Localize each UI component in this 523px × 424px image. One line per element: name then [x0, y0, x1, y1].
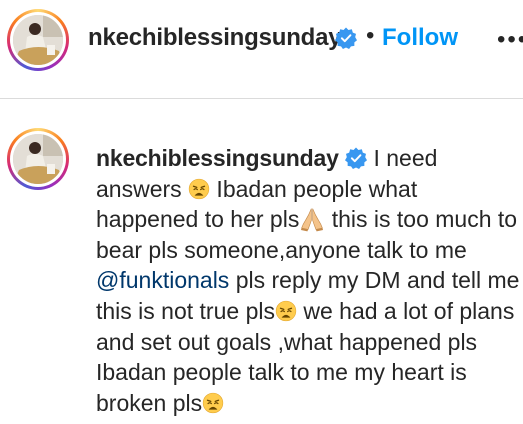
comment-author-username[interactable]: nkechiblessingsunday	[96, 145, 339, 171]
weary-face-emoji	[275, 298, 297, 324]
verified-badge-icon	[335, 27, 357, 51]
avatar-photo	[13, 134, 63, 184]
comment-avatar[interactable]	[7, 128, 69, 190]
separator-dot: •	[366, 22, 375, 49]
avatar[interactable]	[7, 9, 69, 71]
follow-button[interactable]: Follow	[382, 24, 458, 52]
more-options-icon[interactable]: •••	[497, 26, 523, 54]
avatar-photo	[13, 15, 63, 65]
caption-comment: nkechiblessingsunday I need answers Ibad…	[0, 99, 523, 424]
mention-link[interactable]: @funktionals	[96, 267, 229, 293]
weary-face-emoji	[188, 176, 210, 202]
verified-badge-icon	[339, 145, 368, 171]
caption-text: nkechiblessingsunday I need answers Ibad…	[96, 143, 521, 418]
weary-face-emoji	[202, 390, 224, 416]
post-author-username[interactable]: nkechiblessingsunday	[88, 24, 342, 52]
post-header: nkechiblessingsunday • Follow •••	[0, 0, 523, 78]
praying-hands-emoji	[299, 206, 325, 232]
